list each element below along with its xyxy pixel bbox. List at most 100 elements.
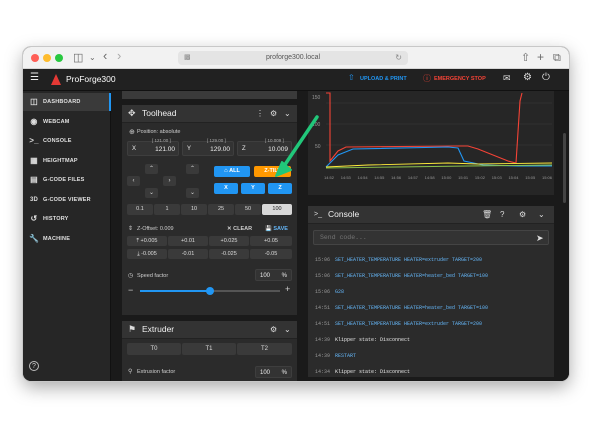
sidebar-item-machine[interactable]: 🔧 MACHINE bbox=[23, 230, 111, 248]
address-bar[interactable]: ▩ proforge300.local ↻ bbox=[178, 51, 408, 65]
extruder-temp-line bbox=[326, 92, 523, 164]
y-position-field[interactable]: Y [ 129.00 ] 129.00 bbox=[182, 138, 234, 156]
chevron-down-icon[interactable]: ⌄ bbox=[284, 324, 291, 335]
console-entry: 14:51 SET_HEATER_TEMPERATURE HEATER=heate… bbox=[315, 305, 488, 311]
sidebar-item-dashboard[interactable]: ◫ DASHBOARD bbox=[23, 93, 111, 111]
zoff-down-0.01[interactable]: -0.01 bbox=[168, 249, 208, 259]
chevron-down-icon[interactable]: ⌄ bbox=[538, 209, 545, 220]
zoff-down-0.05[interactable]: -0.05 bbox=[250, 249, 292, 259]
settings-icon[interactable]: ⚙ bbox=[270, 108, 277, 119]
forward-icon[interactable]: › bbox=[117, 48, 121, 64]
upload-icon: ⇧ bbox=[348, 73, 355, 82]
back-icon[interactable]: ‹ bbox=[103, 48, 107, 64]
sidebar-item-webcam[interactable]: ◉ WEBCAM bbox=[23, 113, 111, 131]
step-10[interactable]: 10 bbox=[181, 204, 207, 215]
bed-temp-line bbox=[325, 146, 552, 168]
home-icon: ⌂ bbox=[224, 168, 228, 174]
settings-icon[interactable]: ⚙ bbox=[519, 209, 526, 220]
ztilt-button[interactable]: Z-TILT bbox=[254, 166, 291, 177]
x-position-field[interactable]: X [ 121.00 ] 121.00 bbox=[127, 138, 179, 156]
history-icon: ↺ bbox=[30, 214, 38, 223]
alert-icon: ⓘ bbox=[423, 74, 431, 83]
speed-input[interactable]: 100 % bbox=[255, 269, 292, 281]
step-100[interactable]: 100 bbox=[262, 204, 292, 215]
console-entry-text[interactable]: RESTART bbox=[335, 353, 356, 359]
help-icon[interactable]: ? bbox=[29, 361, 39, 371]
zoff-down-0.025[interactable]: -0.025 bbox=[209, 249, 249, 259]
step-0.1[interactable]: 0.1 bbox=[127, 204, 153, 215]
jog-z-plus-button[interactable]: ⌃ bbox=[186, 164, 199, 174]
zoff-down-0.005[interactable]: ⤓ -0.005 bbox=[127, 249, 167, 259]
chevron-down-icon[interactable]: ⌄ bbox=[284, 108, 291, 119]
step-1[interactable]: 1 bbox=[154, 204, 180, 215]
tool-t1[interactable]: T1 bbox=[182, 343, 236, 355]
save-zoffset-button[interactable]: 💾 SAVE bbox=[265, 226, 288, 232]
increase-speed-button[interactable]: + bbox=[285, 285, 290, 294]
z-position-field[interactable]: Z [ 10.009 ] 10.009 bbox=[237, 138, 292, 156]
jog-z-minus-button[interactable]: ⌄ bbox=[186, 188, 199, 198]
trash-icon[interactable]: 🗑 bbox=[482, 209, 492, 220]
console-entry-time: 14:34 bbox=[315, 369, 331, 375]
tabs-overview-icon[interactable]: ⧉ bbox=[553, 50, 561, 66]
chevron-down-icon[interactable]: ⌄ bbox=[89, 50, 96, 66]
zoff-up-0.025[interactable]: +0.025 bbox=[209, 236, 249, 246]
console-entry-text[interactable]: G28 bbox=[335, 289, 344, 295]
share-icon[interactable]: ⇧ bbox=[521, 50, 530, 66]
step-50[interactable]: 50 bbox=[235, 204, 261, 215]
console-entry-text[interactable]: SET_HEATER_TEMPERATURE HEATER=extruder T… bbox=[335, 257, 482, 263]
power-icon[interactable]: ⏻ bbox=[542, 72, 550, 83]
decrease-speed-button[interactable]: − bbox=[128, 286, 133, 295]
sidebar-item-console[interactable]: >_ CONSOLE bbox=[23, 132, 111, 150]
dashboard-icon: ◫ bbox=[30, 97, 38, 106]
help-icon[interactable]: ? bbox=[500, 209, 504, 220]
console-entry-text[interactable]: SET_HEATER_TEMPERATURE HEATER=heater_bed… bbox=[335, 305, 488, 311]
step-25[interactable]: 25 bbox=[208, 204, 234, 215]
sidebar-item-heightmap[interactable]: ▦ HEIGHTMAP bbox=[23, 152, 111, 170]
svg-text:50: 50 bbox=[315, 144, 321, 150]
close-window-button[interactable] bbox=[31, 54, 39, 62]
tool-t0[interactable]: T0 bbox=[127, 343, 181, 355]
jog-x-minus-button[interactable]: ‹ bbox=[127, 176, 140, 186]
tool-t2[interactable]: T2 bbox=[237, 343, 292, 355]
sidebar-item-history[interactable]: ↺ HISTORY bbox=[23, 210, 111, 228]
console-entry-text[interactable]: SET_HEATER_TEMPERATURE HEATER=heater_bed… bbox=[335, 273, 488, 279]
page-scrollbar[interactable] bbox=[563, 133, 566, 203]
zoom-window-button[interactable] bbox=[55, 54, 63, 62]
home-y-button[interactable]: Y bbox=[241, 183, 265, 194]
more-icon[interactable]: ⋮ bbox=[256, 108, 264, 119]
zoff-up-0.01[interactable]: +0.01 bbox=[168, 236, 208, 246]
console-entry: 14:39 RESTART bbox=[315, 353, 356, 359]
minimize-window-button[interactable] bbox=[43, 54, 51, 62]
sidebar-item-gcode-files[interactable]: ▤ G-CODE FILES bbox=[23, 171, 111, 189]
settings-icon[interactable]: ⚙ bbox=[523, 72, 532, 83]
speed-slider[interactable] bbox=[140, 287, 280, 295]
upload-print-button[interactable]: UPLOAD & PRINT bbox=[360, 76, 407, 82]
console-input[interactable] bbox=[313, 230, 549, 245]
sidebar-toggle-icon[interactable]: ◫ bbox=[73, 50, 83, 66]
emergency-stop-button[interactable]: EMERGENCY STOP bbox=[434, 76, 486, 82]
clear-zoffset-button[interactable]: ✕ CLEAR bbox=[227, 226, 252, 232]
console-entry-text[interactable]: SET_HEATER_TEMPERATURE HEATER=extruder T… bbox=[335, 321, 482, 327]
home-x-button[interactable]: X bbox=[214, 183, 238, 194]
console-header: >_ Console 🗑 ? ⚙ ⌄ bbox=[308, 206, 554, 224]
jog-y-plus-button[interactable]: ⌃ bbox=[145, 164, 158, 174]
menu-icon[interactable]: ☰ bbox=[30, 72, 39, 83]
home-all-button[interactable]: ⌂ ALL bbox=[214, 166, 250, 177]
toolhead-header: ✥ Toolhead ⋮ ⚙ ⌄ bbox=[122, 105, 297, 123]
bell-icon[interactable]: ✉ bbox=[503, 73, 511, 84]
jog-y-minus-button[interactable]: ⌄ bbox=[145, 188, 158, 198]
jog-x-plus-button[interactable]: › bbox=[163, 176, 176, 186]
speed-slider-thumb[interactable] bbox=[206, 287, 214, 295]
extrusion-factor-input[interactable]: 100 % bbox=[255, 366, 292, 378]
new-tab-icon[interactable]: + bbox=[537, 49, 544, 65]
home-z-button[interactable]: Z bbox=[268, 183, 292, 194]
sidebar-item-gcode-viewer[interactable]: 3D G-CODE VIEWER bbox=[23, 191, 111, 209]
zoff-up-0.05[interactable]: +0.05 bbox=[250, 236, 292, 246]
zoff-up-0.005[interactable]: ⤒ +0.005 bbox=[127, 236, 167, 246]
console-icon: >_ bbox=[314, 211, 322, 218]
reload-icon[interactable]: ↻ bbox=[395, 51, 402, 65]
send-icon[interactable]: ➤ bbox=[536, 233, 544, 244]
settings-icon[interactable]: ⚙ bbox=[270, 324, 277, 335]
console-entry-time: 15:06 bbox=[315, 289, 331, 295]
console-entry: 14:39 Klipper state: Disconnect bbox=[315, 337, 410, 343]
